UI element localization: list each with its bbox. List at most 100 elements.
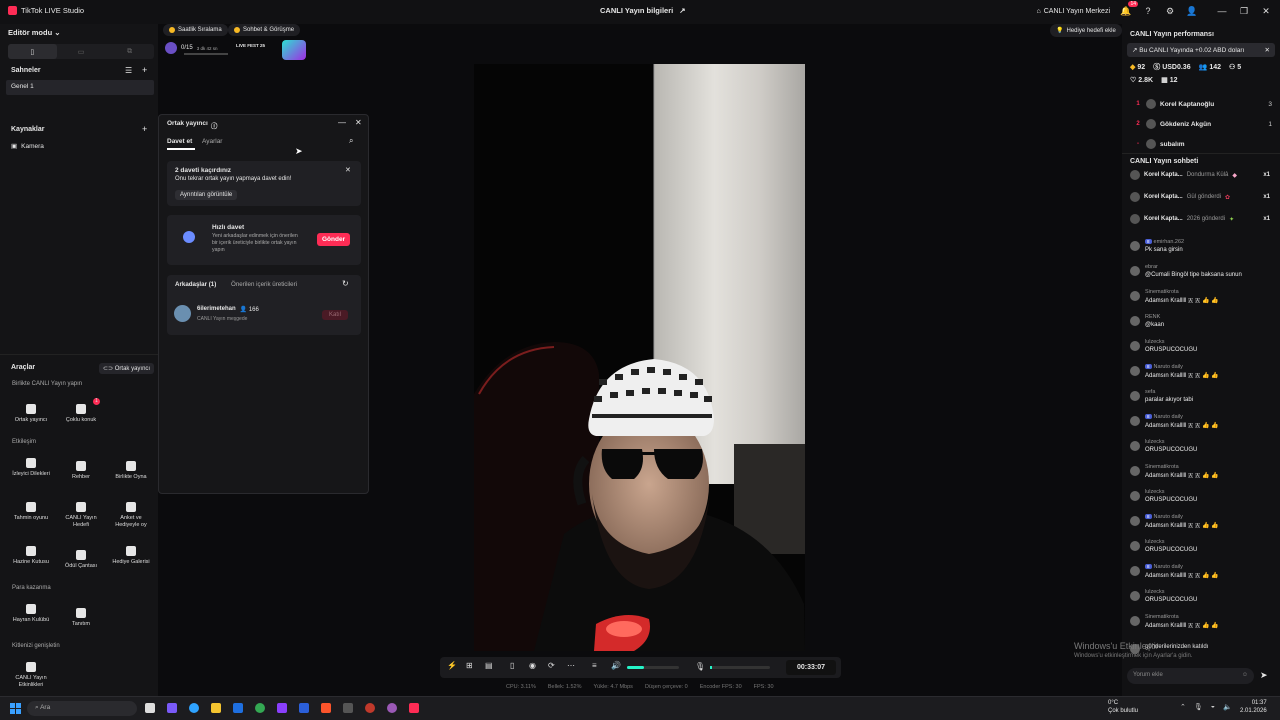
minimize-icon[interactable]: —	[1216, 4, 1228, 18]
search-icon[interactable]: ⌕	[349, 136, 353, 146]
live-info-button[interactable]: CANLI Yayın bilgileri ↗	[600, 6, 686, 15]
refresh-icon[interactable]: ↻	[342, 279, 349, 288]
portrait-mode-button[interactable]: ▯	[8, 44, 57, 59]
tool-multi-guest[interactable]: Çoklu konuk 1	[58, 398, 104, 424]
edge-icon[interactable]	[189, 703, 199, 713]
microphone-icon[interactable]: 🎙	[695, 662, 705, 671]
tray-chevron-icon[interactable]: ⌃	[1180, 703, 1186, 711]
replay-icon[interactable]: ⟳	[548, 661, 558, 670]
brave-icon[interactable]	[321, 703, 331, 713]
dialog-close-icon[interactable]: ✕	[355, 118, 362, 127]
app-icon[interactable]	[277, 703, 287, 713]
magic-wand-icon[interactable]: ⚡	[447, 661, 457, 670]
teams-icon[interactable]	[167, 703, 177, 713]
more-icon[interactable]: ⋯	[567, 661, 577, 670]
live-fest-banner[interactable]: LIVE FEST 25	[236, 43, 265, 48]
chat-message[interactable]: 8 Naruto daily Adamsın Kralllll 🇦 🇦 👍 👍	[1130, 514, 1275, 539]
add-source-icon[interactable]: +	[142, 124, 147, 134]
tool-gift-gallery[interactable]: Hediye Galerisi	[108, 546, 154, 566]
live-center-button[interactable]: ⌂ CANLI Yayın Merkezi	[1037, 8, 1111, 15]
add-scene-icon[interactable]: +	[142, 65, 147, 75]
chrome-icon[interactable]	[255, 703, 265, 713]
volume-icon[interactable]: 🔈	[1223, 703, 1232, 711]
chat-message[interactable]: ebrar @Cumali Bingöl tipe baksana sunun	[1130, 264, 1275, 289]
friends-tab[interactable]: Arkadaşlar (1)	[175, 281, 216, 288]
dual-mode-button[interactable]: ⧉	[105, 44, 154, 59]
chat-message[interactable]: lulzecks ORUSPUCOCUGU	[1130, 539, 1275, 564]
editor-mode-dropdown[interactable]: Editör modu ⌄	[8, 28, 61, 37]
ranking-row[interactable]: 2 Gökdeniz Akgün 1	[1134, 114, 1272, 134]
help-icon[interactable]: ?	[1142, 4, 1154, 18]
photoshop-icon[interactable]	[299, 703, 309, 713]
dismiss-icon[interactable]: ✕	[345, 166, 351, 174]
close-icon[interactable]: ✕	[1260, 4, 1272, 18]
chat-message[interactable]: Sinematikrota Adamsın Kralllll 🇦 🇦 👍 👍	[1130, 614, 1275, 639]
notification-bell-icon[interactable]: 🔔 14	[1120, 1, 1138, 18]
hourly-ranking-chip[interactable]: Saatlik Sıralama	[163, 24, 228, 36]
tool-reward-bag[interactable]: Ödül Çantası	[58, 550, 104, 570]
layout-icon[interactable]: ⊞	[466, 661, 476, 670]
tool-live-goal[interactable]: CANLI Yayın Hedefi	[58, 502, 104, 529]
tool-guide[interactable]: Rehber	[58, 461, 104, 481]
chat-message[interactable]: lulzecks ORUSPUCOCUGU	[1130, 439, 1275, 464]
tool-guess-game[interactable]: Tahmin oyunu	[8, 502, 54, 522]
profile-icon[interactable]: 👤	[1186, 4, 1198, 18]
dialog-minimize-icon[interactable]: —	[338, 118, 346, 127]
tool-treasure-box[interactable]: Hazine Kutusu	[8, 546, 54, 566]
file-explorer-icon[interactable]	[211, 703, 221, 713]
chat-message[interactable]: Sinematikrota Adamsın Kralllll 🇦 🇦 👍 👍	[1130, 464, 1275, 489]
tool-cohost[interactable]: Ortak yayıncı	[8, 404, 54, 424]
tool-viewer-wishes[interactable]: İzleyici Dilekleri	[8, 458, 54, 478]
chat-message[interactable]: RENK @kaan	[1130, 314, 1275, 339]
clock[interactable]: 01:37 2.01.2026	[1240, 700, 1267, 716]
app-icon[interactable]	[387, 703, 397, 713]
source-item-camera[interactable]: ▣ Kamera	[11, 142, 44, 151]
close-icon[interactable]: ✕	[1265, 46, 1270, 54]
chat-message[interactable]: Sinematikrota Adamsın Kralllll 🇦 🇦 👍 👍	[1130, 289, 1275, 314]
settings-gear-icon[interactable]: ⚙	[1164, 4, 1176, 18]
screen-share-icon[interactable]: ▤	[485, 661, 495, 670]
tool-live-events[interactable]: CANLI Yayın Etkinlikleri	[8, 662, 54, 689]
wifi-icon[interactable]: ◒	[1211, 703, 1215, 711]
view-details-button[interactable]: Ayrıntıları görüntüle	[175, 190, 238, 200]
info-icon[interactable]: ⓘ	[211, 120, 218, 130]
tab-invite[interactable]: Davet et	[167, 138, 192, 145]
chat-message[interactable]: lulzecks ORUSPUCOCUGU	[1130, 589, 1275, 614]
suggested-tab[interactable]: Önerilen içerik üreticileri	[231, 281, 297, 288]
chat-message[interactable]: lulzecks ORUSPUCOCUGU	[1130, 489, 1275, 514]
chat-message[interactable]: 8 Naruto daily Adamsın Kralllll 🇦 🇦 👍 👍	[1130, 414, 1275, 439]
send-invite-button[interactable]: Gönder	[317, 233, 351, 246]
video-preview[interactable]	[474, 64, 805, 651]
chat-message[interactable]: 8 Naruto daily Adamsın Kralllll 🇦 🇦 👍 👍	[1130, 564, 1275, 589]
landscape-mode-button[interactable]: ▭	[57, 44, 106, 59]
tool-poll-gift[interactable]: Anket ve Hediyeyle oy	[108, 502, 154, 529]
mic-slider[interactable]	[710, 666, 770, 669]
tab-settings[interactable]: Ayarlar	[202, 138, 222, 145]
tool-play-together[interactable]: Birlikte Oyna	[108, 461, 154, 481]
app-icon[interactable]	[365, 703, 375, 713]
chat-message[interactable]: sefa paralar akıyor tabi	[1130, 389, 1275, 414]
chat-meet-chip[interactable]: Sohbet & Görüşme	[228, 24, 301, 36]
comment-input[interactable]: Yorum ekle ☺	[1127, 668, 1254, 684]
mic-icon[interactable]: 🎙	[1194, 703, 1203, 711]
restore-icon[interactable]: ❐	[1238, 4, 1250, 18]
record-icon[interactable]: ◉	[529, 661, 539, 670]
chat-message[interactable]: 8 emirhan.262 Pk sana girsin	[1130, 239, 1275, 264]
tiktok-studio-icon[interactable]	[409, 703, 419, 713]
cohost-shortcut-button[interactable]: ⊂⊃ Ortak yayıncı	[99, 363, 155, 374]
add-gift-goal-chip[interactable]: 💡 Hediye hedefi ekle	[1050, 24, 1122, 37]
phone-icon[interactable]: ▯	[510, 661, 520, 670]
taskbar-search[interactable]: ⌕ Ara	[27, 701, 137, 716]
store-icon[interactable]	[233, 703, 243, 713]
windows-start-icon[interactable]	[10, 703, 21, 714]
chat-message[interactable]: 8 Naruto daily Adamsın Kralllll 🇦 🇦 👍 👍	[1130, 364, 1275, 389]
speaker-icon[interactable]: 🔊	[611, 661, 621, 670]
tool-fan-club[interactable]: Hayran Kulübü	[8, 604, 54, 624]
scene-list-icon[interactable]: ☰	[125, 66, 132, 75]
send-message-icon[interactable]: ➤	[1260, 670, 1268, 681]
ranking-row[interactable]: - subalım	[1134, 134, 1272, 154]
weather-widget[interactable]: 0°C Çok bulutlu	[1108, 700, 1138, 716]
join-button[interactable]: Katıl	[322, 310, 349, 320]
app-icon[interactable]	[343, 703, 353, 713]
emoji-icon[interactable]: ☺	[1242, 672, 1248, 678]
